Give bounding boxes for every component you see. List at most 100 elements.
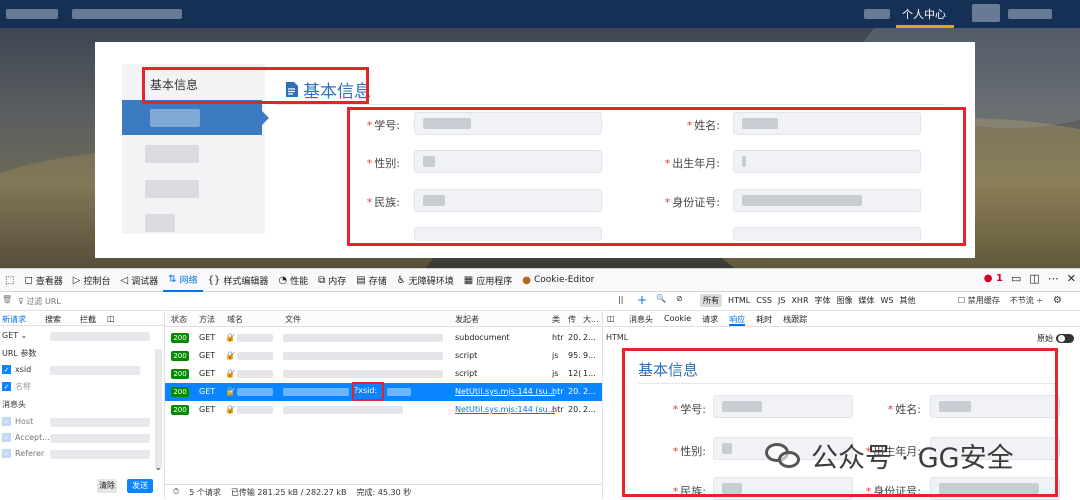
col-type[interactable]: 类 (552, 314, 560, 325)
col-transferred[interactable]: 传 (568, 314, 576, 325)
scrollbar[interactable] (155, 349, 162, 469)
add-icon[interactable]: + (637, 293, 647, 307)
type-filter-media[interactable]: 媒体 (859, 295, 875, 306)
checkbox-icon[interactable]: ✓ (2, 382, 11, 391)
throttle-select[interactable]: 不节流 ÷ (1010, 295, 1043, 306)
tab-cookie-editor[interactable]: ● Cookie-Editor (517, 269, 599, 292)
type-filter-html[interactable]: HTML (728, 296, 750, 305)
sidebar-item-blurred[interactable] (145, 145, 199, 163)
method-select[interactable]: GET ⌄ (2, 331, 27, 340)
tab-memory[interactable]: ⧉ 内存 (313, 269, 351, 292)
table-row[interactable]: 200 GET 🔒̸ script js 95. 9... (165, 347, 602, 365)
col-domain[interactable]: 域名 (227, 314, 243, 325)
clear-button[interactable]: 清除 (97, 479, 117, 493)
header-value-blurred[interactable] (50, 434, 150, 443)
sidebar-toggle-icon[interactable]: ◫ (607, 314, 615, 323)
header-row-host[interactable]: ✓ Host (2, 417, 33, 426)
sidebar-item-blurred[interactable] (145, 180, 199, 198)
nav-item-blurred[interactable] (864, 9, 890, 19)
checkbox-icon[interactable]: ✓ (2, 433, 11, 442)
row-initiator: subdocument (455, 333, 510, 342)
row-initiator-link[interactable]: NetUtil.sys.mjs:144 (su... (455, 387, 555, 396)
chevron-down-icon[interactable]: ⌄ (155, 463, 162, 472)
nav-user-center[interactable]: 个人中心 (902, 6, 946, 22)
type-filter-ws[interactable]: WS (881, 296, 894, 305)
status-badge: 200 (171, 333, 189, 343)
table-row[interactable]: 200 GET 🔒̸ NetUtil.sys.mjs:144 (su... ht… (165, 401, 602, 419)
panel-toggle-icon[interactable]: ◫ (107, 314, 115, 325)
close-icon[interactable]: ✕ (1067, 272, 1076, 285)
tab-accessibility[interactable]: ♿ 无障碍环境 (392, 269, 459, 292)
site-name-blurred (72, 9, 182, 19)
send-button[interactable]: 发送 (127, 479, 153, 493)
filter-url-input[interactable]: ⊽ 过滤 URL (18, 296, 61, 307)
search-icon[interactable]: 🔍 (656, 294, 666, 303)
responsive-mode-icon[interactable]: ▭ (1011, 272, 1021, 285)
more-options-icon[interactable]: ⋯ (1048, 272, 1059, 285)
row-type: js (552, 351, 559, 360)
checkbox-icon[interactable]: ✓ (2, 417, 11, 426)
tab-network[interactable]: ⇅ 网络 (163, 269, 203, 292)
tab-console[interactable]: ▷ 控制台 (68, 269, 116, 292)
table-row[interactable]: 200 GET 🔒̸ subdocument htr 20. 2... (165, 329, 602, 347)
table-row[interactable]: 200 GET 🔒̸ script js 12( 1... (165, 365, 602, 383)
tab-stack-trace[interactable]: 栈跟踪 (783, 314, 807, 326)
tab-debugger[interactable]: ◁ 调试器 (116, 269, 164, 292)
col-status[interactable]: 状态 (171, 314, 187, 325)
devtools-pick-icon[interactable]: ⬚ (0, 269, 19, 292)
param-value-blurred[interactable] (50, 366, 140, 375)
checkbox-icon[interactable]: ✓ (2, 365, 11, 374)
type-filter-css[interactable]: CSS (756, 296, 772, 305)
raw-toggle[interactable]: 原始 (1037, 333, 1074, 344)
tab-style-editor[interactable]: {} 样式编辑器 (203, 269, 274, 292)
tab-new-request[interactable]: 新请求 (2, 314, 26, 325)
settings-gear-icon[interactable]: ⚙ (1053, 295, 1062, 306)
param-row-new[interactable]: ✓ 名称 (2, 381, 31, 392)
dock-icon[interactable]: ◫ (1029, 272, 1039, 285)
file-blurred (283, 388, 349, 396)
tab-inspector[interactable]: ◻ 查看器 (19, 269, 67, 292)
tab-cookie[interactable]: Cookie (664, 314, 691, 326)
block-icon[interactable]: ⊘ (676, 294, 683, 303)
checkbox-icon[interactable]: ✓ (2, 449, 11, 458)
tab-timings[interactable]: 耗时 (756, 314, 772, 326)
network-filter-bar: 🗑 ⊽ 过滤 URL || + 🔍 ⊘ 所有 HTML CSS JS XHR 字… (0, 292, 1080, 311)
toggle-switch-icon[interactable] (1056, 334, 1074, 343)
header-row-referer[interactable]: ✓ Referer (2, 449, 44, 458)
header-value-blurred[interactable] (50, 450, 150, 459)
tab-headers[interactable]: 消息头 (629, 314, 653, 326)
header-row-accept[interactable]: ✓ Accept... (2, 433, 50, 442)
param-row-xsid[interactable]: ✓ xsid (2, 365, 31, 374)
request-url-blurred[interactable] (50, 332, 150, 341)
tab-application[interactable]: ▦ 应用程序 (459, 269, 517, 292)
type-filter-js[interactable]: JS (778, 296, 785, 305)
col-size[interactable]: 大... (583, 314, 599, 325)
devtools-window-controls: ● 1 ▭ ◫ ⋯ ✕ (984, 272, 1076, 285)
status-badge: 200 (171, 351, 189, 361)
tab-search[interactable]: 搜索 (45, 314, 61, 325)
type-filter-all[interactable]: 所有 (700, 294, 722, 307)
type-filter-font[interactable]: 字体 (815, 295, 831, 306)
col-file[interactable]: 文件 (285, 314, 301, 325)
type-filter-other[interactable]: 其他 (900, 295, 916, 306)
trash-icon[interactable]: 🗑 (2, 295, 12, 304)
sidebar-item-active[interactable] (122, 100, 269, 135)
tab-performance[interactable]: ◔ 性能 (273, 269, 313, 292)
type-filter-image[interactable]: 图像 (837, 295, 853, 306)
row-initiator-link[interactable]: NetUtil.sys.mjs:144 (su... (455, 405, 555, 414)
header-value-blurred[interactable] (50, 418, 150, 427)
pause-icon[interactable]: || (618, 295, 623, 304)
type-filter-xhr[interactable]: XHR (791, 296, 808, 305)
col-method[interactable]: 方法 (199, 314, 215, 325)
user-avatar-blurred[interactable] (972, 4, 1000, 22)
no-secure-icon: 🔒̸ (225, 369, 235, 378)
col-initiator[interactable]: 发起者 (455, 314, 479, 325)
tab-storage[interactable]: ▤ 存储 (351, 269, 391, 292)
error-count-badge[interactable]: ● 1 (984, 273, 1003, 284)
timer-icon: ⏱ (173, 487, 180, 496)
tab-response[interactable]: 响应 (729, 314, 746, 326)
disable-cache-checkbox[interactable]: ☐ 禁用缓存 (958, 295, 1000, 306)
tab-intercept[interactable]: 拦截 (80, 314, 96, 325)
sidebar-item-blurred[interactable] (145, 214, 175, 232)
tab-request[interactable]: 请求 (702, 314, 718, 326)
